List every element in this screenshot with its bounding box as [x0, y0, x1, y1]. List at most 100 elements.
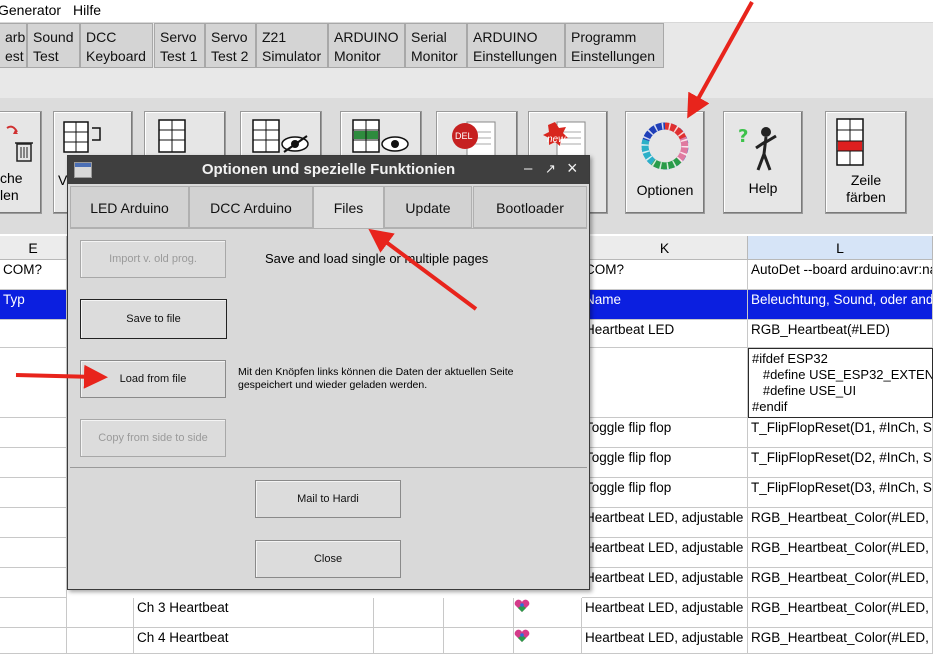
cell-j[interactable]: [514, 628, 582, 654]
copy-side-button[interactable]: Copy from side to side: [80, 419, 226, 457]
color-row-icon: [836, 118, 864, 166]
cell-k[interactable]: Toggle flip flop: [582, 448, 748, 478]
cell-l[interactable]: RGB_Heartbeat_Color(#LED, 5: [748, 598, 933, 628]
load-from-file-button[interactable]: Load from file: [80, 360, 226, 398]
cell-l[interactable]: T_FlipFlopReset(D1, #InCh, SI_: [748, 418, 933, 448]
table-move-icon: [63, 121, 101, 153]
cell-k[interactable]: Toggle flip flop: [582, 478, 748, 508]
cell-k[interactable]: Heartbeat LED: [582, 320, 748, 348]
menu-hilfe[interactable]: Hilfe: [73, 0, 101, 20]
cell-e[interactable]: Typ: [0, 290, 67, 320]
tab-farb-test[interactable]: arb est: [0, 23, 27, 68]
color-wheel-icon: [641, 122, 689, 170]
tab-update[interactable]: Update: [384, 186, 472, 228]
cell-e[interactable]: [0, 418, 67, 448]
cell-e[interactable]: [0, 348, 67, 418]
cell-c[interactable]: Ch 4 Heartbeat: [134, 628, 374, 654]
files-heading: Save and load single or multiple pages: [265, 251, 489, 266]
tab-sound-test[interactable]: Sound Test: [27, 23, 80, 68]
mail-button[interactable]: Mail to Hardi: [255, 480, 401, 518]
tab-z21-simulator[interactable]: Z21 Simulator: [256, 23, 328, 68]
column-header-l[interactable]: L: [748, 236, 933, 260]
tab-arduino-monitor[interactable]: ARDUINO Monitor: [328, 23, 405, 68]
dialog-title: Optionen und spezielle Funktionien: [201, 161, 456, 178]
cell-l-selected[interactable]: #ifdef ESP32 #define USE_ESP32_EXTEN #de…: [748, 348, 933, 418]
cell-e[interactable]: [0, 478, 67, 508]
column-header-k[interactable]: K: [582, 236, 748, 260]
rgb-heart-icon: [514, 599, 530, 612]
tab-dcc-keyboard[interactable]: DCC Keyboard: [80, 23, 153, 68]
column-header-e[interactable]: E: [0, 236, 67, 260]
cell-b[interactable]: [67, 598, 134, 628]
save-to-file-button[interactable]: Save to file: [80, 299, 227, 339]
tab-servo-test-2[interactable]: Servo Test 2: [205, 23, 256, 68]
cell-e[interactable]: [0, 448, 67, 478]
cell-j[interactable]: [514, 598, 582, 628]
tab-programm-einstellungen[interactable]: Programm Einstellungen: [565, 23, 664, 68]
cell-k[interactable]: COM?: [582, 260, 748, 290]
table-show-icon: [352, 119, 409, 153]
cell-e[interactable]: [0, 538, 67, 568]
restore-button[interactable]: ↗: [545, 161, 556, 177]
cell-l[interactable]: RGB_Heartbeat_Color(#LED, 5: [748, 508, 933, 538]
cell-l[interactable]: RGB_Heartbeat(#LED): [748, 320, 933, 348]
cell-l[interactable]: RGB_Heartbeat_Color(#LED, 5: [748, 628, 933, 654]
toolbar-color-row-label: Zeile färben: [846, 172, 886, 205]
table-hide-icon: [252, 119, 309, 153]
menu-bar: Generator Hilfe: [0, 0, 933, 22]
cell-b[interactable]: [67, 628, 134, 654]
files-description: Mit den Knöpfen links können die Daten d…: [238, 366, 514, 391]
cell-l[interactable]: T_FlipFlopReset(D2, #InCh, SI_: [748, 448, 933, 478]
cell-l[interactable]: RGB_Heartbeat_Color(#LED, 5: [748, 538, 933, 568]
import-old-button[interactable]: Import v. old prog.: [80, 240, 226, 278]
cell-e[interactable]: [0, 320, 67, 348]
cell-e[interactable]: [0, 598, 67, 628]
options-dialog: Optionen und spezielle Funktionien – ↗ ×…: [67, 155, 590, 590]
dialog-title-bar[interactable]: Optionen und spezielle Funktionien – ↗ ×: [68, 156, 589, 184]
close-window-button[interactable]: ×: [567, 158, 578, 179]
cell-k[interactable]: [582, 348, 748, 418]
help-figure-icon: ?: [738, 126, 777, 171]
cell-l[interactable]: AutoDet --board arduino:avr:nan: [748, 260, 933, 290]
cell-d[interactable]: [374, 598, 444, 628]
tab-led-arduino[interactable]: LED Arduino: [70, 186, 189, 228]
tab-bootloader[interactable]: Bootloader: [473, 186, 587, 228]
cell-l[interactable]: T_FlipFlopReset(D3, #InCh, SI_: [748, 478, 933, 508]
minimize-button[interactable]: –: [524, 160, 532, 177]
svg-text:?: ?: [738, 126, 748, 147]
tab-serial-monitor[interactable]: Serial Monitor: [405, 23, 467, 68]
new-badge: new: [547, 134, 566, 145]
cell-k[interactable]: Heartbeat LED, adjustable: [582, 568, 748, 598]
cell-l[interactable]: RGB_Heartbeat_Color(#LED, 5: [748, 568, 933, 598]
toolbar-delete-label: che len: [0, 170, 23, 203]
toolbar-button-help[interactable]: ? Help: [723, 111, 803, 214]
cell-e[interactable]: [0, 568, 67, 598]
cell-k[interactable]: Toggle flip flop: [582, 418, 748, 448]
cell-k[interactable]: Heartbeat LED, adjustable: [582, 538, 748, 568]
toolbar-options-label: Optionen: [636, 182, 694, 198]
cell-e[interactable]: [0, 628, 67, 654]
tab-dcc-arduino[interactable]: DCC Arduino: [189, 186, 313, 228]
del-badge: DEL: [455, 131, 473, 141]
tab-servo-test-1[interactable]: Servo Test 1: [154, 23, 205, 68]
cell-l[interactable]: Beleuchtung, Sound, oder ande: [748, 290, 933, 320]
cell-k[interactable]: Heartbeat LED, adjustable: [582, 508, 748, 538]
close-button[interactable]: Close: [255, 540, 401, 578]
cell-e[interactable]: COM?: [0, 260, 67, 290]
toolbar-help-label: Help: [748, 180, 778, 196]
tab-files[interactable]: Files: [313, 186, 384, 229]
cell-k[interactable]: Heartbeat LED, adjustable: [582, 628, 748, 654]
cell-d[interactable]: [374, 628, 444, 654]
toolbar-button-delete[interactable]: che len: [0, 111, 42, 214]
rgb-heart-icon: [514, 629, 530, 642]
menu-generator[interactable]: Generator: [0, 0, 61, 20]
cell-k[interactable]: Name: [582, 290, 748, 320]
cell-h[interactable]: [444, 598, 514, 628]
toolbar-button-color-row[interactable]: Zeile färben: [825, 111, 907, 214]
cell-h[interactable]: [444, 628, 514, 654]
toolbar-button-options[interactable]: Optionen: [625, 111, 705, 214]
cell-e[interactable]: [0, 508, 67, 538]
cell-k[interactable]: Heartbeat LED, adjustable: [582, 598, 748, 628]
cell-c[interactable]: Ch 3 Heartbeat: [134, 598, 374, 628]
tab-arduino-einstellungen[interactable]: ARDUINO Einstellungen: [467, 23, 565, 68]
